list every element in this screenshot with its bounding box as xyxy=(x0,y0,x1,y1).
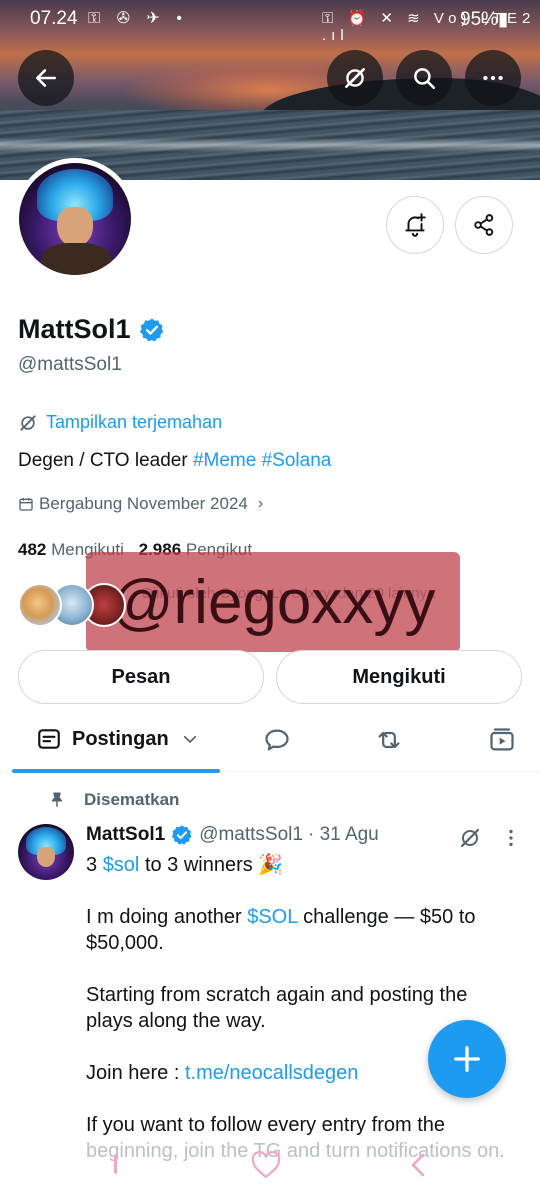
post-text: 3 xyxy=(86,854,103,876)
chevron-right-icon: › xyxy=(257,495,264,512)
search-icon xyxy=(414,68,436,90)
active-tab-indicator xyxy=(12,769,220,773)
avatar xyxy=(19,163,131,275)
banner-wave xyxy=(0,138,540,152)
verified-badge-icon xyxy=(172,825,192,845)
following-button[interactable]: Mengikuti xyxy=(276,650,522,704)
status-time: 07.24 xyxy=(30,8,78,29)
post-author-handle[interactable]: @mattsSol1 xyxy=(199,824,303,846)
home-heart-icon[interactable] xyxy=(250,1150,282,1180)
profile-name-text: MattSol1 xyxy=(18,314,131,344)
avatar-face xyxy=(37,847,55,867)
post-header: MattSol1 @mattsSol1 · 31 Agu xyxy=(86,824,379,846)
pin-icon xyxy=(51,792,63,807)
translate-label: Tampilkan terjemahan xyxy=(46,412,223,432)
notification-bell-button[interactable] xyxy=(386,196,444,254)
grok-icon[interactable] xyxy=(458,826,482,850)
plus-icon xyxy=(454,1046,480,1072)
post-text: Join here : xyxy=(86,1062,185,1084)
post-date: · 31 Agu xyxy=(307,824,379,845)
calendar-icon xyxy=(19,498,33,511)
post-body[interactable]: 3 $sol to 3 winners 🎉 I m doing another … xyxy=(86,852,516,1164)
post-line: I m doing another $SOL challenge — $50 t… xyxy=(86,904,516,956)
message-button[interactable]: Pesan xyxy=(18,650,264,704)
status-left-icons: ⚿ ✇ ✈ • xyxy=(88,10,188,27)
profile-name: MattSol1 xyxy=(18,314,165,345)
bell-plus-icon xyxy=(405,213,426,237)
following-count: 482 xyxy=(18,540,47,559)
repost-icon xyxy=(378,731,400,749)
tab-posts-label: Postingan xyxy=(72,727,169,750)
bio-hashtags[interactable]: #Meme #Solana xyxy=(193,450,331,471)
profile-avatar[interactable] xyxy=(14,158,136,280)
recent-apps-button[interactable] xyxy=(114,1154,117,1174)
tab-reposts[interactable] xyxy=(375,726,403,754)
translate-link[interactable]: Tampilkan terjemahan xyxy=(18,412,222,433)
tab-media[interactable] xyxy=(488,726,516,754)
grok-button[interactable] xyxy=(327,50,383,106)
avatar-body xyxy=(41,243,111,275)
back-chevron-icon[interactable] xyxy=(408,1150,428,1180)
watermark-overlay: @riegoxxyy xyxy=(86,552,460,652)
reply-icon xyxy=(265,729,289,751)
cashtag-link[interactable]: $SOL xyxy=(247,906,297,928)
tab-replies[interactable] xyxy=(263,726,291,754)
status-bar: 07.24 ⚿ ✇ ✈ • ⚿ ⏰ ✕ ≋ Vo) LTE2 .ıl 95%▮ xyxy=(0,0,540,44)
profile-bio: Degen / CTO leader #Meme #Solana xyxy=(18,450,331,472)
post-line: If you want to follow every entry from t… xyxy=(86,1114,446,1136)
follower-avatar xyxy=(18,583,62,627)
more-vertical-icon[interactable] xyxy=(500,826,522,850)
posts-icon xyxy=(38,729,60,749)
profile-handle: @mattsSol1 xyxy=(18,354,122,375)
grok-icon xyxy=(345,68,365,88)
post-text: I m doing another xyxy=(86,906,248,928)
tab-posts[interactable]: Postingan xyxy=(36,726,209,752)
profile-tabs: Postingan xyxy=(0,712,540,773)
share-button[interactable] xyxy=(455,196,513,254)
share-icon xyxy=(474,214,494,236)
avatar-face xyxy=(57,207,93,247)
post-author-name[interactable]: MattSol1 xyxy=(86,824,165,846)
status-battery: 95%▮ xyxy=(460,9,509,30)
search-button[interactable] xyxy=(396,50,452,106)
bio-text: Degen / CTO leader xyxy=(18,450,193,471)
verified-badge-icon xyxy=(139,318,163,341)
pinned-text: Disematkan xyxy=(84,790,180,809)
post-line: 3 $sol to 3 winners 🎉 xyxy=(86,852,516,878)
post-text: to 3 winners 🎉 xyxy=(139,854,284,876)
back-button[interactable] xyxy=(18,50,74,106)
joined-label: Bergabung November 2024 xyxy=(39,494,248,513)
telegram-link[interactable]: t.me/neocallsdegen xyxy=(185,1062,358,1084)
joined-date[interactable]: Bergabung November 2024 › xyxy=(18,494,263,514)
more-horizontal-icon xyxy=(483,75,503,81)
pinned-label: Disematkan xyxy=(48,790,179,810)
compose-post-button[interactable] xyxy=(428,1020,506,1098)
video-icon xyxy=(490,728,514,751)
more-button[interactable] xyxy=(465,50,521,106)
cashtag-link[interactable]: $sol xyxy=(103,854,140,876)
chevron-down-icon xyxy=(183,735,196,743)
post-author-avatar[interactable] xyxy=(18,824,74,880)
arrow-left-icon xyxy=(36,69,56,87)
system-navigation-bar xyxy=(0,1146,540,1186)
grok-icon xyxy=(20,414,36,431)
